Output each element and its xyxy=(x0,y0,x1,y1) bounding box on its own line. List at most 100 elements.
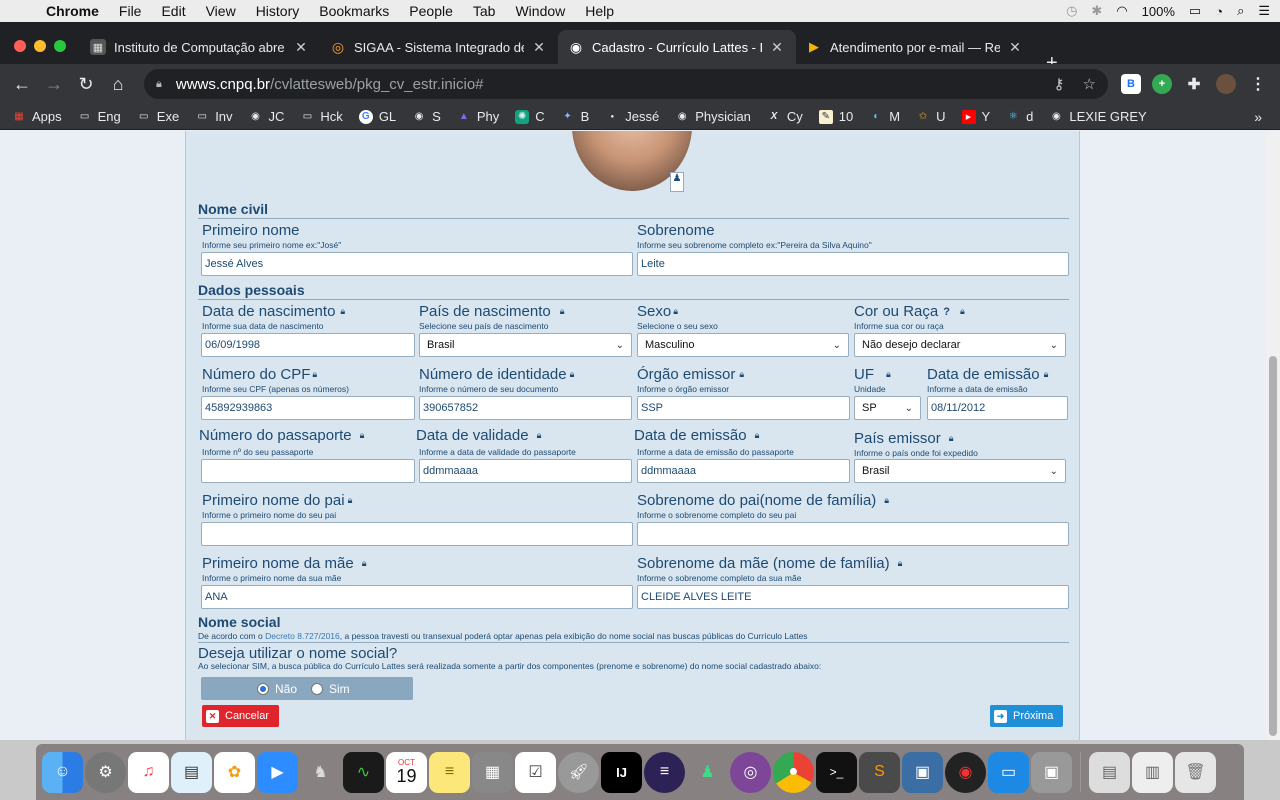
sobrenome-input[interactable] xyxy=(637,252,1069,276)
tor-icon[interactable]: ◎ xyxy=(730,751,771,793)
chess-icon[interactable]: ♞ xyxy=(300,752,341,793)
data-emissao-passaporte-input[interactable] xyxy=(637,459,850,483)
intellij-icon[interactable]: IJ xyxy=(601,751,642,793)
bookmark-jc[interactable]: ◉ JC xyxy=(249,109,284,124)
address-bar[interactable]: 🔒︎ wwws.cnpq.br/cvlattesweb/pkg_cv_estr.… xyxy=(144,69,1108,99)
finder-icon[interactable]: ☺ xyxy=(42,751,83,793)
documents-icon[interactable]: ▤ xyxy=(1089,751,1130,793)
tab-sigaa[interactable]: ◎ SIGAA - Sistema Integrado de ✕ xyxy=(320,30,558,64)
forward-button[interactable]: → xyxy=(38,74,70,95)
bookmark-10[interactable]: ✎ 10 xyxy=(818,109,853,124)
passaporte-input[interactable] xyxy=(201,459,415,483)
trash-icon[interactable]: 🗑︎ xyxy=(1175,751,1216,793)
identidade-input[interactable] xyxy=(419,396,632,420)
sobrenome-mae-input[interactable] xyxy=(637,585,1069,609)
menu-edit[interactable]: Edit xyxy=(161,3,185,19)
wifi-icon[interactable]: ◠ xyxy=(1116,3,1127,19)
bookmark-s[interactable]: ◉ S xyxy=(412,109,441,124)
extensions-puzzle-icon[interactable]: ✚ xyxy=(1184,74,1204,94)
time-machine-icon[interactable]: ◷ xyxy=(1066,3,1077,19)
pais-emissor-select[interactable]: Brasil ⌄ xyxy=(854,459,1066,483)
bookmark-c[interactable]: ✺ C xyxy=(515,109,545,124)
android-studio-icon[interactable]: ♟ xyxy=(687,752,728,793)
notes-icon[interactable]: ≡ xyxy=(429,751,470,793)
clock-icon[interactable]: ◔ xyxy=(1215,4,1223,19)
menu-window[interactable]: Window xyxy=(515,3,565,19)
menu-help[interactable]: Help xyxy=(585,3,614,19)
menu-file[interactable]: File xyxy=(119,3,142,19)
zoom-window-button[interactable] xyxy=(54,40,66,52)
bookmark-b[interactable]: ✦ B xyxy=(561,109,589,124)
sexo-select[interactable]: Masculino ⌄ xyxy=(637,333,849,357)
menu-history[interactable]: History xyxy=(256,3,300,19)
menu-people[interactable]: People xyxy=(409,3,453,19)
image-capture-icon[interactable]: ▣ xyxy=(1031,751,1072,793)
bookmark-lexie-grey[interactable]: ◉ LEXIE GREY xyxy=(1049,109,1147,124)
bookmark-jesse[interactable]: ● Jessé xyxy=(605,109,659,124)
bookmark-apps[interactable]: ▦ Apps xyxy=(12,109,61,124)
preview-icon[interactable]: ▤ xyxy=(171,751,212,793)
zoom-icon[interactable]: ▶ xyxy=(257,751,298,793)
bookmark-gl[interactable]: G GL xyxy=(358,109,396,124)
spotlight-search-icon[interactable]: ⌕ xyxy=(1237,3,1244,19)
data-emissao-input[interactable] xyxy=(927,396,1068,420)
tab-close-icon[interactable]: ✕ xyxy=(530,39,548,56)
calendar-icon[interactable]: OCT 19 xyxy=(386,751,427,793)
home-button[interactable]: ⌂ xyxy=(102,74,134,95)
menu-tab[interactable]: Tab xyxy=(473,3,496,19)
key-icon[interactable]: ⚷ xyxy=(1054,75,1065,93)
tab-close-icon[interactable]: ✕ xyxy=(768,39,786,56)
bookmark-exe[interactable]: ▭ Exe xyxy=(137,109,179,124)
eclipse-icon[interactable]: ≡ xyxy=(644,751,685,793)
decreto-link[interactable]: Decreto 8.727/2016 xyxy=(265,631,340,641)
data-nascimento-input[interactable] xyxy=(201,333,415,357)
bookmark-inv[interactable]: ▭ Inv xyxy=(195,109,232,124)
launchpad-icon[interactable]: 🚀︎ xyxy=(558,751,599,793)
bookmark-y[interactable]: ▶ Y xyxy=(961,109,990,124)
tab-instituto-computacao[interactable]: ▦ Instituto de Computação abre ✕ xyxy=(80,30,320,64)
page-scrollbar[interactable] xyxy=(1266,131,1280,740)
bookmark-eng[interactable]: ▭ Eng xyxy=(78,109,121,124)
menu-app-name[interactable]: Chrome xyxy=(46,3,99,19)
close-window-button[interactable] xyxy=(14,40,26,52)
bookmark-m[interactable]: ◐ M xyxy=(869,109,900,124)
profile-avatar[interactable] xyxy=(1216,74,1236,94)
chrome-icon[interactable]: ● xyxy=(773,751,814,793)
tab-close-icon[interactable]: ✕ xyxy=(1006,39,1024,56)
tab-close-icon[interactable]: ✕ xyxy=(292,39,310,56)
cancel-button[interactable]: ✕ Cancelar xyxy=(202,705,279,727)
back-button[interactable]: ← xyxy=(6,74,38,95)
uf-select[interactable]: SP ⌄ xyxy=(854,396,921,420)
cpf-input[interactable] xyxy=(201,396,415,420)
reload-button[interactable]: ↻ xyxy=(70,74,102,95)
primeiro-nome-mae-input[interactable] xyxy=(201,585,633,609)
bookmark-hck[interactable]: ▭ Hck xyxy=(300,109,343,124)
downloads-icon[interactable]: ▥ xyxy=(1132,751,1173,793)
music-icon[interactable]: ♫ xyxy=(128,751,169,793)
chrome-menu-icon[interactable]: ⋮ xyxy=(1248,74,1268,94)
pais-nascimento-select[interactable]: Brasil ⌄ xyxy=(419,333,632,357)
virtualbox-icon[interactable]: ▣ xyxy=(902,751,943,793)
sobrenome-pai-input[interactable] xyxy=(637,522,1069,546)
cor-raca-select[interactable]: Não desejo declarar ⌄ xyxy=(854,333,1066,357)
bluetooth-icon[interactable]: ✱ xyxy=(1091,3,1102,19)
bookmark-phy[interactable]: ▲ Phy xyxy=(457,109,499,124)
bookmark-physician[interactable]: ◉ Physician xyxy=(675,109,751,124)
control-menu-icon[interactable]: ☰ xyxy=(1258,3,1270,19)
radio-nao[interactable] xyxy=(257,682,269,695)
bookmark-d[interactable]: ⚛ d xyxy=(1006,109,1034,124)
sublime-icon[interactable]: S xyxy=(859,751,900,793)
system-preferences-icon[interactable]: ⚙ xyxy=(85,751,126,793)
radio-sim[interactable] xyxy=(311,682,324,695)
reminders-icon[interactable]: ☑ xyxy=(515,751,556,793)
battery-icon[interactable]: ▭ xyxy=(1189,3,1201,19)
bookmark-cy[interactable]: X Cy xyxy=(767,109,803,124)
menu-view[interactable]: View xyxy=(206,3,236,19)
help-icon[interactable]: ? xyxy=(943,306,950,318)
next-button[interactable]: ➜ Próxima xyxy=(990,705,1063,727)
minimize-window-button[interactable] xyxy=(34,40,46,52)
data-validade-input[interactable] xyxy=(419,459,632,483)
activity-monitor-icon[interactable]: ∿ xyxy=(343,751,384,793)
lock-icon[interactable]: 🔒︎ xyxy=(156,78,162,91)
primeiro-nome-input[interactable] xyxy=(201,252,633,276)
